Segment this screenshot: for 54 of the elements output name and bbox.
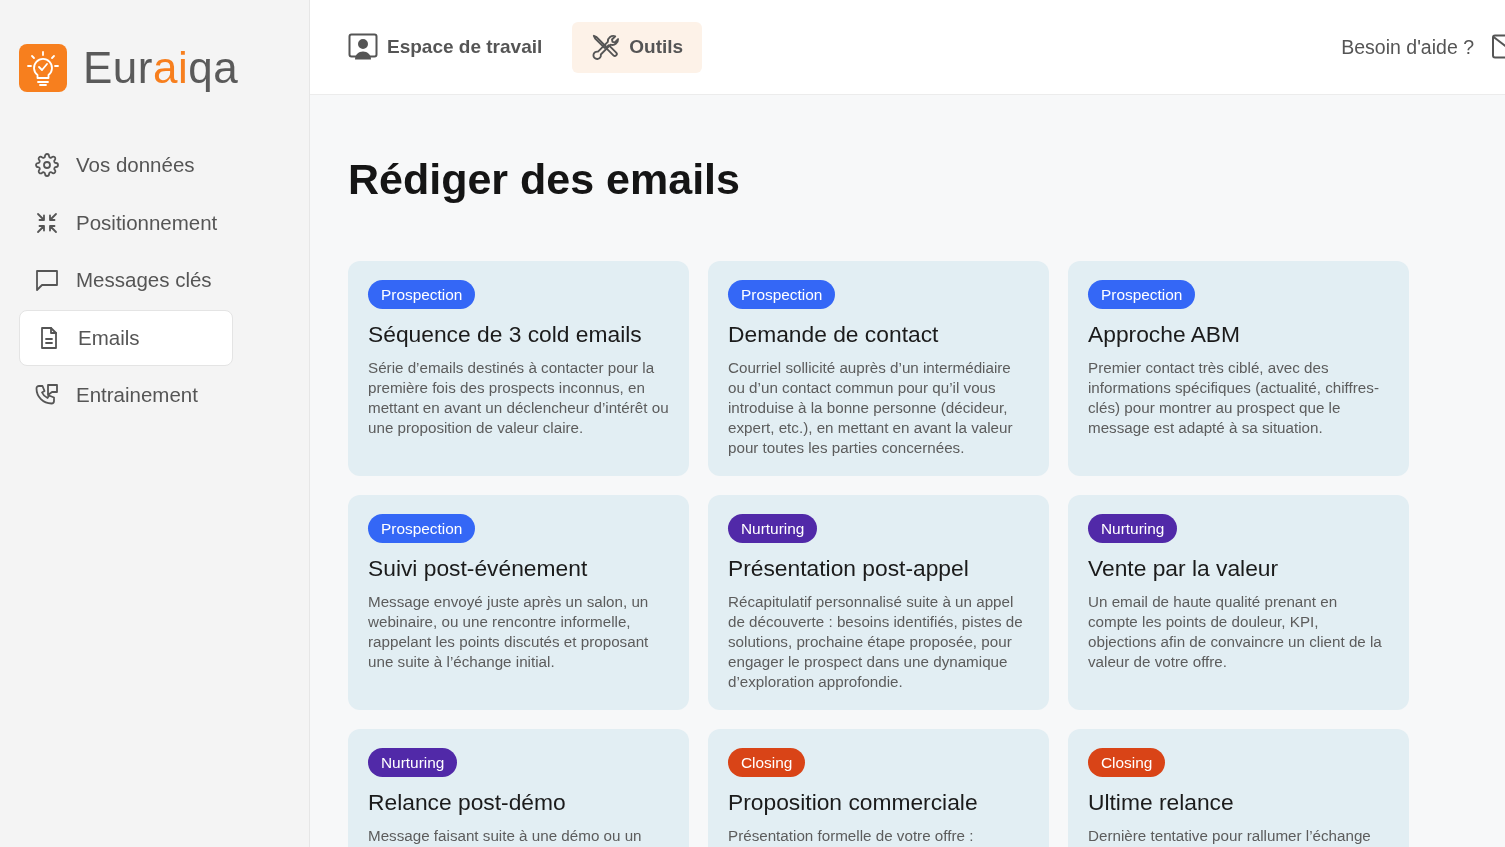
card-title: Relance post-démo: [368, 788, 566, 816]
card-title: Ultime relance: [1088, 788, 1234, 816]
category-badge: Prospection: [728, 280, 836, 309]
tools-icon: [590, 33, 621, 61]
card-title: Demande de contact: [728, 320, 939, 348]
top-tab[interactable]: Outils: [572, 21, 703, 73]
card-title: Séquence de 3 cold emails: [368, 320, 642, 348]
template-card[interactable]: [708, 495, 1049, 710]
lightbulb-logo-icon: [19, 44, 67, 92]
card-title: Vente par la valeur: [1088, 554, 1279, 582]
card-description: Courriel sollicité auprès d’un intermédiaire ou d’un contact commun pour qu’il vous introduise à la bonne personne (décideur, expert, etc.), en mettant en avant la valeur pour toutes les parties concernées.: [728, 358, 1014, 458]
sidebar-item[interactable]: Entrainement: [19, 367, 233, 423]
template-card[interactable]: [348, 261, 689, 476]
card-title: Présentation post-appel: [728, 554, 969, 582]
sidebar-item[interactable]: Positionnement: [19, 194, 233, 251]
category-badge: Prospection: [368, 280, 476, 309]
template-card[interactable]: Nurturing Vente par la valeur Un email de haute qualité prenant en compte les points de douleur, KPI, objections afin de convaincre un client de la valeur de votre offre.: [1068, 495, 1409, 710]
category-badge: Prospection: [1088, 280, 1196, 309]
card-description: Message faisant suite à une démo ou un: [368, 826, 642, 846]
card-description: Dernière tentative pour rallumer l’échange: [1088, 826, 1371, 846]
category-badge: Prospection: [368, 514, 476, 543]
template-card[interactable]: Closing Proposition commerciale Présentation formelle de votre offre :: [708, 729, 1049, 847]
phone-message-icon: [35, 383, 59, 407]
template-card[interactable]: Closing Ultime relance Dernière tentative pour rallumer l’échange: [1068, 729, 1409, 847]
sidebar-item[interactable]: Emails: [19, 309, 233, 366]
template-card[interactable]: Nurturing Relance post-démo Message faisant suite à une démo ou un: [348, 729, 689, 847]
page-title: Rédiger des emails: [348, 154, 741, 205]
card-title: Approche ABM: [1088, 320, 1241, 348]
top-tab[interactable]: Espace de travail: [330, 21, 562, 73]
template-card[interactable]: Prospection Suivi post-événement Message envoyé juste après un salon, un webinaire, ou une rencontre informelle, rappelant les points discutés et proposant une suite à l’échange initial.: [348, 495, 689, 710]
compress-arrows-icon: [35, 210, 59, 235]
card-description: Message envoyé juste après un salon, un webinaire, ou une rencontre informelle, rappelant les points discutés et proposant une suite à l’échange initial.: [368, 592, 650, 672]
person-frame-icon: [348, 33, 378, 61]
card-title: Suivi post-événement: [368, 554, 588, 582]
card-description: Série d’emails destinés à contacter pour la première fois des prospects inconnus, en mettant en avant un déclencheur d’intérêt ou une proposition de valeur claire.: [368, 358, 669, 438]
template-card[interactable]: [708, 261, 1049, 476]
category-badge: Closing: [728, 748, 806, 777]
card-title: Proposition commerciale: [728, 788, 978, 816]
card-description: Premier contact très ciblé, avec des informations spécifiques (actualité, chiffres-clés) pour montrer au prospect que le message est adapté à sa situation.: [1088, 358, 1380, 438]
template-card[interactable]: Prospection Approche ABM Premier contact très ciblé, avec des informations spécifiques (actualité, chiffres-clés) pour montrer au prospect que le message est adapté à sa situation.: [1068, 261, 1409, 476]
sidebar-item[interactable]: Vos données: [19, 137, 233, 193]
chat-bubble-icon: [35, 268, 59, 292]
category-badge: Nurturing: [728, 514, 818, 543]
envelope-icon[interactable]: [1492, 34, 1505, 60]
category-badge: Nurturing: [1088, 514, 1178, 543]
settings-icon: [35, 153, 59, 177]
card-description: Présentation formelle de votre offre :: [728, 826, 974, 846]
category-badge: Closing: [1088, 748, 1166, 777]
category-badge: Nurturing: [368, 748, 458, 777]
help-link[interactable]: Besoin d'aide ?: [1341, 35, 1474, 59]
logo-wordmark: Euraiqa: [83, 44, 239, 92]
card-description: Un email de haute qualité prenant en compte les points de douleur, KPI, objections afin de convaincre un client de la valeur de votre offre.: [1088, 592, 1383, 672]
sidebar-item[interactable]: Messages clés: [19, 252, 233, 308]
card-description: Récapitulatif personnalisé suite à un appel de découverte : besoins identifiés, pistes de solutions, prochaine étape proposée, pour engager le prospect dans une dynamique d’exploration approfondie.: [728, 592, 1024, 692]
